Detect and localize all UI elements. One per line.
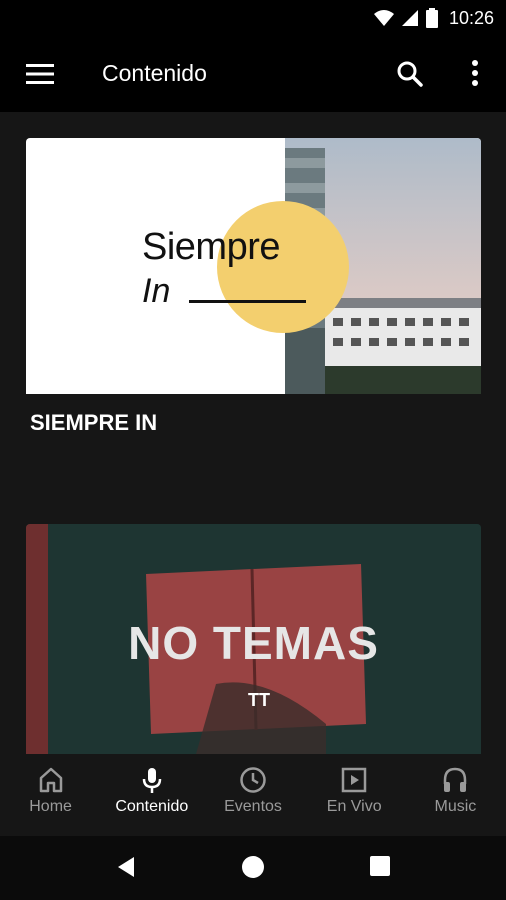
wifi-icon: [373, 10, 394, 26]
home-circle-icon[interactable]: [242, 856, 264, 878]
nav-contenido-label: Contenido: [115, 798, 189, 815]
nav-contenido[interactable]: Contenido: [101, 754, 202, 836]
nav-envivo[interactable]: En Vivo: [304, 754, 405, 836]
battery-icon: [425, 8, 438, 28]
recent-apps-icon[interactable]: [370, 856, 390, 876]
in-brand-text: In: [142, 272, 171, 310]
nav-eventos[interactable]: Eventos: [202, 754, 303, 836]
siempre-brand-text: Siempre: [142, 226, 281, 268]
nav-envivo-label: En Vivo: [326, 798, 382, 815]
app-bar: Contenido: [0, 36, 506, 112]
home-icon: [39, 767, 62, 793]
page-title: Contenido: [102, 60, 207, 86]
nav-music[interactable]: Music: [405, 754, 506, 836]
search-icon[interactable]: [396, 60, 424, 88]
clock-icon: [240, 767, 266, 793]
more-options-icon[interactable]: [468, 58, 482, 88]
microphone-icon: [142, 768, 162, 793]
system-navigation-bar: [0, 836, 506, 900]
status-bar: 10:26: [0, 0, 506, 36]
nav-music-label: Music: [434, 798, 477, 815]
cell-signal-icon: [401, 10, 418, 26]
headphones-icon: [444, 767, 467, 792]
play-box-icon: [341, 767, 367, 793]
nav-home[interactable]: Home: [0, 754, 101, 836]
status-time: 10:26: [448, 7, 494, 28]
back-icon[interactable]: [116, 856, 136, 878]
bottom-navigation: Home Contenido Eventos En Vivo Music: [0, 754, 506, 836]
nav-home-label: Home: [29, 798, 72, 815]
card-logo: TT: [248, 690, 270, 710]
no-temas-card-image[interactable]: NO TEMAS TT: [26, 524, 481, 754]
card-title[interactable]: SIEMPRE IN: [30, 410, 157, 436]
content-list: Siempre In SIEMPRE IN NO TEMAS TT: [0, 112, 506, 754]
no-temas-title: NO TEMAS: [128, 617, 379, 669]
menu-icon[interactable]: [26, 62, 54, 86]
nav-eventos-label: Eventos: [224, 798, 282, 815]
siempre-in-card-image[interactable]: Siempre In: [26, 138, 481, 394]
brand-underline: [189, 300, 306, 303]
